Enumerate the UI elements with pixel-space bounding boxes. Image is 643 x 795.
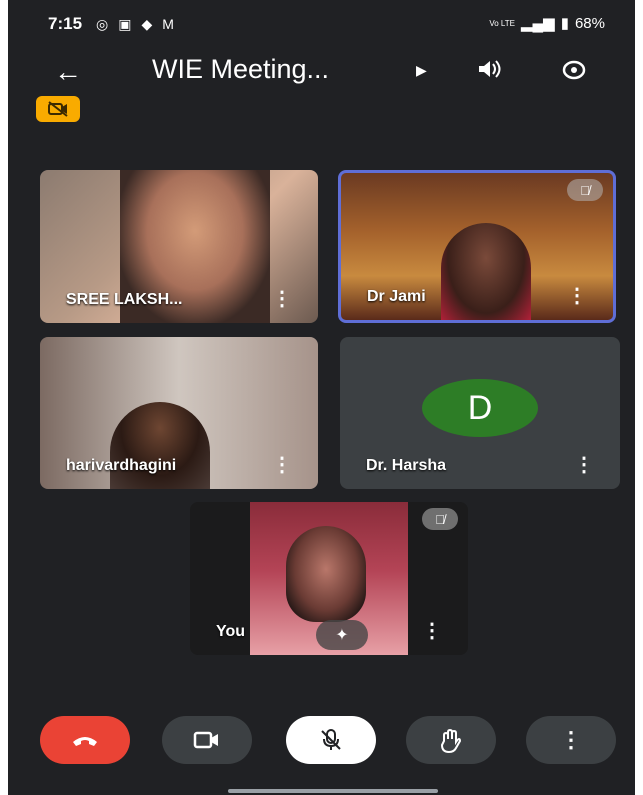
notification-icons: ◎ ▣ ◆ M bbox=[96, 16, 174, 33]
participant-video bbox=[110, 402, 210, 489]
call-controls: ⋮ bbox=[8, 716, 635, 768]
participant-video bbox=[441, 223, 531, 320]
participant-name: harivardhagini bbox=[66, 457, 177, 474]
status-right: Vo LTE ▂▄▆ ▮ 68% bbox=[489, 14, 605, 33]
raise-hand-button[interactable] bbox=[406, 716, 496, 764]
participant-name: Dr. Harsha bbox=[366, 457, 447, 474]
home-indicator bbox=[228, 789, 438, 793]
more-options-icon[interactable]: ⋮ bbox=[272, 452, 292, 477]
battery-icon: ▮ bbox=[560, 15, 569, 32]
gmail-icon: M bbox=[162, 16, 174, 32]
top-app-bar: ← WIE Meeting... ▶ bbox=[8, 52, 635, 92]
hangup-icon bbox=[73, 737, 97, 746]
meeting-title[interactable]: WIE Meeting... bbox=[152, 54, 329, 85]
participant-name: Dr Jami bbox=[367, 288, 426, 305]
title-expand-icon[interactable]: ▶ bbox=[416, 62, 427, 79]
signal-icon: ▂▄▆ bbox=[521, 15, 555, 32]
mic-off-icon: 🎙̸ bbox=[422, 508, 458, 530]
more-options-icon[interactable]: ⋮ bbox=[574, 452, 594, 477]
participant-tile[interactable]: harivardhagini ⋮ bbox=[40, 337, 318, 489]
camera-toggle-button[interactable] bbox=[162, 716, 252, 764]
status-time: 7:15 bbox=[48, 14, 83, 33]
self-tile[interactable]: 🎙̸ ✦ You ⋮ bbox=[190, 502, 468, 655]
back-arrow-icon[interactable]: ← bbox=[54, 56, 82, 88]
battery-percent: 68% bbox=[574, 14, 605, 32]
mic-toggle-button[interactable] bbox=[286, 716, 376, 764]
participant-avatar: D bbox=[422, 379, 538, 437]
whatsapp-icon: ◎ bbox=[96, 16, 109, 32]
speaker-icon[interactable] bbox=[476, 58, 502, 86]
volte-label: Vo LTE bbox=[489, 18, 515, 28]
status-bar: 7:15 ◎ ▣ ◆ M Vo LTE ▂▄▆ ▮ 68% bbox=[48, 14, 605, 38]
participant-tile[interactable]: D Dr. Harsha ⋮ bbox=[340, 337, 620, 489]
more-options-icon[interactable]: ⋮ bbox=[422, 618, 442, 643]
end-call-button[interactable] bbox=[40, 716, 130, 764]
camera-icon bbox=[193, 731, 218, 749]
video-off-badge-icon[interactable] bbox=[36, 96, 80, 122]
app-icon: ◆ bbox=[141, 16, 153, 32]
effects-button[interactable]: ✦ bbox=[316, 620, 368, 650]
meet-screen: 7:15 ◎ ▣ ◆ M Vo LTE ▂▄▆ ▮ 68% ← WIE Meet… bbox=[8, 0, 635, 795]
avatar-letter: D bbox=[467, 388, 493, 427]
participant-tile[interactable]: 🎙̸ Dr Jami ⋮ bbox=[338, 170, 616, 323]
participant-name: You bbox=[216, 623, 246, 640]
mic-off-icon: 🎙̸ bbox=[567, 179, 603, 201]
more-options-icon[interactable]: ⋮ bbox=[272, 286, 292, 311]
more-vert-icon: ⋮ bbox=[560, 727, 582, 752]
hand-icon bbox=[440, 728, 462, 753]
calendar-icon: ▣ bbox=[118, 16, 132, 32]
mic-off-icon bbox=[321, 729, 341, 750]
participant-tile[interactable]: SREE LAKSH... ⋮ bbox=[40, 170, 318, 323]
more-options-icon[interactable]: ⋮ bbox=[567, 283, 587, 308]
switch-camera-icon[interactable] bbox=[560, 58, 588, 88]
participant-name: SREE LAKSH... bbox=[66, 291, 183, 308]
more-options-button[interactable]: ⋮ bbox=[526, 716, 616, 764]
